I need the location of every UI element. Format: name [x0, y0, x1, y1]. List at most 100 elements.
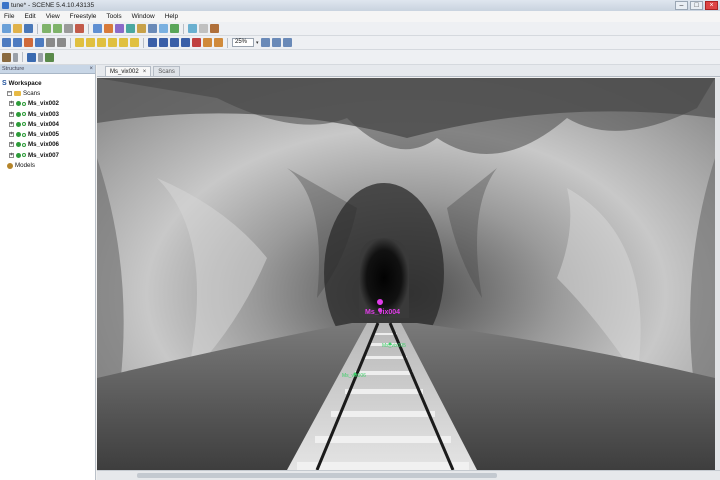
import-icon[interactable]	[93, 24, 102, 33]
menu-edit[interactable]: Edit	[24, 13, 35, 20]
circle-icon[interactable]	[119, 38, 128, 47]
scan-label-mid: Ms_vix005	[382, 343, 406, 349]
redo-icon[interactable]	[53, 24, 62, 33]
scan-marker-far[interactable]	[377, 299, 383, 305]
expand-icon[interactable]: +	[9, 152, 14, 158]
tree-item-scan[interactable]: + Ms_vix004	[0, 119, 95, 129]
settings-icon[interactable]	[199, 24, 208, 33]
expand-icon[interactable]: +	[9, 101, 14, 107]
show-icon[interactable]	[214, 38, 223, 47]
pencil-icon[interactable]	[210, 24, 219, 33]
register-icon[interactable]	[126, 24, 135, 33]
new-project-icon[interactable]	[2, 24, 11, 33]
toolbar-separator	[227, 37, 228, 48]
tree-item-scan[interactable]: + Ms_vix002	[0, 99, 95, 109]
view-side-icon[interactable]	[170, 38, 179, 47]
zoom-in-icon[interactable]	[260, 38, 270, 47]
tunnel-scan-image: Ms_vix004 Ms_vix005 Ms_vix006	[97, 78, 715, 470]
folder-icon	[14, 90, 21, 96]
view-top-icon[interactable]	[159, 38, 168, 47]
scan-loaded-icon	[22, 132, 26, 137]
lasso-icon[interactable]	[24, 38, 33, 47]
ellipse-icon[interactable]	[108, 38, 117, 47]
pan-icon[interactable]	[35, 38, 44, 47]
app-icon	[2, 2, 9, 9]
menu-tools[interactable]: Tools	[106, 13, 121, 20]
select-icon[interactable]	[2, 38, 11, 47]
menu-freestyle[interactable]: Freestyle	[70, 13, 97, 20]
tree-item-scans[interactable]: − Scans	[0, 88, 95, 98]
folder-icon[interactable]	[137, 24, 146, 33]
close-button[interactable]: ×	[705, 1, 718, 10]
zoom-fit-icon[interactable]	[282, 38, 292, 47]
toolbar-separator	[88, 23, 89, 34]
scan-icon[interactable]	[115, 24, 124, 33]
polygon-icon[interactable]	[97, 38, 106, 47]
tree-item-scan[interactable]: + Ms_vix006	[0, 140, 95, 150]
document-tabs: Ms_vix002 × Scans	[97, 65, 720, 77]
view-iso-icon[interactable]	[181, 38, 190, 47]
view-3d-icon[interactable]	[159, 24, 168, 33]
scan-status-icon	[16, 152, 21, 158]
menu-help[interactable]: Help	[165, 13, 178, 20]
menu-file[interactable]: File	[4, 13, 14, 20]
tab-scans[interactable]: Scans	[153, 66, 180, 76]
zoom-out-icon[interactable]	[271, 38, 281, 47]
tree-item-scan[interactable]: + Ms_vix005	[0, 129, 95, 139]
panel-header: Structure ×	[0, 65, 95, 74]
scan-status-icon	[16, 111, 21, 117]
grid-icon[interactable]	[148, 24, 157, 33]
copy-icon[interactable]	[64, 24, 73, 33]
tree-item-scan[interactable]: + Ms_vix003	[0, 109, 95, 119]
globe-icon[interactable]	[170, 24, 179, 33]
maximize-button[interactable]: □	[690, 1, 703, 10]
minimize-button[interactable]: –	[675, 1, 688, 10]
collapse-icon[interactable]: −	[7, 90, 12, 96]
export-icon[interactable]	[104, 24, 113, 33]
workspace-icon: S	[2, 79, 7, 87]
clip-box-icon[interactable]	[130, 38, 139, 47]
window-controls: – □ ×	[675, 1, 718, 10]
filter-icon[interactable]	[45, 52, 54, 62]
scrollbar-thumb[interactable]	[137, 473, 497, 478]
rotate-icon[interactable]	[46, 38, 55, 47]
measure-icon[interactable]	[188, 24, 197, 33]
zoom-level-input[interactable]: 25%	[232, 38, 254, 47]
undo-icon[interactable]	[42, 24, 51, 33]
cancel-selection-icon[interactable]	[192, 38, 201, 47]
horizontal-scrollbar[interactable]	[97, 470, 720, 480]
tree-item-workspace[interactable]: S Workspace	[0, 78, 95, 88]
hide-icon[interactable]	[203, 38, 212, 47]
delete-icon[interactable]	[75, 24, 84, 33]
tree-item-models[interactable]: Models	[0, 160, 95, 170]
pointer-icon[interactable]	[13, 38, 22, 47]
tree-item-scan[interactable]: + Ms_vix007	[0, 150, 95, 160]
line-icon[interactable]	[86, 38, 95, 47]
menu-window[interactable]: Window	[132, 13, 155, 20]
menu-bar: File Edit View Freestyle Tools Window He…	[0, 11, 720, 22]
chevron-down-icon[interactable]	[13, 52, 18, 62]
zoom-dropdown-icon[interactable]: ▾	[256, 40, 259, 46]
menu-view[interactable]: View	[46, 13, 60, 20]
scan-viewport[interactable]: Ms_vix004 Ms_vix005 Ms_vix006	[97, 78, 715, 470]
expand-icon[interactable]: +	[9, 142, 14, 148]
expand-icon[interactable]: +	[9, 111, 14, 117]
scan-loaded-icon	[22, 122, 26, 127]
view-front-icon[interactable]	[148, 38, 157, 47]
tab-ms-vix002[interactable]: Ms_vix002 ×	[105, 66, 152, 76]
color-mode-icon[interactable]	[27, 52, 36, 62]
rectangle-icon[interactable]	[75, 38, 84, 47]
scan-loaded-icon	[22, 101, 26, 106]
chevron-down-icon[interactable]	[38, 52, 43, 62]
open-project-icon[interactable]	[13, 24, 22, 33]
save-icon[interactable]	[24, 24, 33, 33]
tree-label: Scans	[23, 89, 41, 97]
tab-close-icon[interactable]: ×	[143, 69, 147, 75]
move-icon[interactable]	[57, 38, 66, 47]
expand-icon[interactable]: +	[9, 132, 14, 138]
vertical-scrollbar[interactable]	[715, 78, 720, 470]
expand-icon[interactable]: +	[9, 121, 14, 127]
panel-close-icon[interactable]: ×	[89, 66, 93, 72]
toolbar-main	[0, 22, 720, 36]
layers-icon[interactable]	[2, 52, 11, 62]
